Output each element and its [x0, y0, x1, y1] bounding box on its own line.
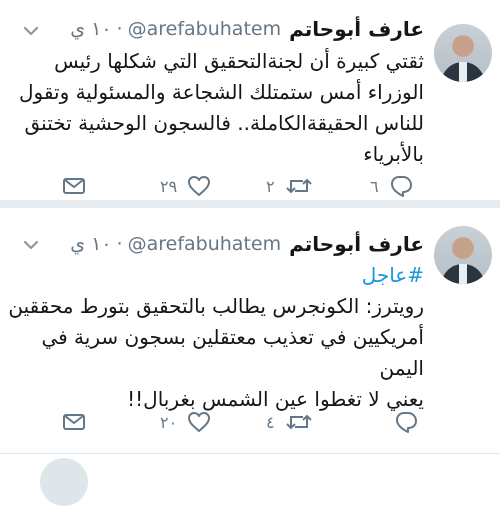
tweet-actions: ٢٩ ٢ ٦ [48, 172, 424, 200]
retweet-icon [285, 414, 312, 430]
reply-icon [390, 176, 412, 197]
mail-icon [63, 414, 85, 430]
separator-dot: · [116, 18, 123, 40]
chevron-down-icon[interactable] [22, 236, 40, 254]
heart-icon [188, 176, 211, 196]
hashtag-link[interactable]: #عاجل [8, 260, 424, 291]
tweet-actions: ٢٠ ٤ [48, 408, 424, 436]
like-button[interactable]: ٢٠ [160, 408, 211, 436]
tweet-1[interactable]: عارف أبوحاتم @arefabuhatem · ١٠ ي ثقتي ك… [0, 0, 500, 200]
reply-button[interactable] [384, 408, 418, 436]
reply-button[interactable]: ٦ [370, 172, 413, 200]
avatar[interactable] [434, 24, 492, 82]
retweet-button[interactable]: ٢ [266, 172, 313, 200]
tweet-line: بالأبرياء [363, 142, 424, 166]
tweet-separator [0, 200, 500, 208]
tweet-time[interactable]: ١٠ ي [70, 233, 111, 255]
tweet-2[interactable]: عارف أبوحاتم @arefabuhatem · ١٠ ي #عاجل … [0, 208, 500, 453]
tweet-header: عارف أبوحاتم @arefabuhatem · ١٠ ي [10, 14, 424, 44]
tweet-line: أمريكيين في تعذيب معتقلين بسجون سرية في [41, 325, 424, 349]
author-name[interactable]: عارف أبوحاتم [289, 232, 424, 256]
tweet-line: للناس الحقيقةالكاملة.. فالسجون الوحشية ت… [24, 111, 425, 135]
tweet-text: #عاجل رويترز: الكونجرس يطالب بالتحقيق بت… [8, 260, 424, 415]
avatar[interactable] [434, 226, 492, 284]
tweet-line: ثقتي كبيرة أن لجنةالتحقيق التي شكلها رئي… [54, 49, 424, 73]
retweet-button[interactable]: ٤ [266, 408, 313, 436]
dm-button[interactable] [62, 172, 86, 200]
reply-count: ٦ [370, 176, 379, 196]
tweet-line: رويترز: الكونجرس يطالب بالتحقيق بتورط مح… [8, 294, 424, 318]
like-button[interactable]: ٢٩ [160, 172, 211, 200]
like-count: ٢٩ [160, 176, 178, 196]
reply-icon [396, 412, 417, 433]
retweet-count: ٢ [266, 176, 275, 196]
author-name[interactable]: عارف أبوحاتم [289, 17, 424, 41]
like-count: ٢٠ [160, 412, 178, 432]
tweet-time[interactable]: ١٠ ي [70, 18, 111, 40]
retweet-count: ٤ [266, 412, 275, 432]
retweet-icon [285, 178, 312, 194]
author-handle[interactable]: @arefabuhatem [128, 18, 282, 40]
tweet-line: الوزراء أمس ستمتلك الشجاعة والمسئولية وت… [19, 80, 424, 104]
mail-icon [63, 178, 85, 194]
chevron-down-icon[interactable] [22, 22, 40, 40]
separator-dot: · [116, 233, 123, 255]
author-handle[interactable]: @arefabuhatem [128, 233, 282, 255]
tweet-line: اليمن [379, 356, 424, 380]
tweet-text: ثقتي كبيرة أن لجنةالتحقيق التي شكلها رئي… [8, 46, 424, 170]
heart-icon [188, 412, 211, 432]
tweet-header: عارف أبوحاتم @arefabuhatem · ١٠ ي [10, 229, 424, 259]
divider [0, 453, 500, 454]
dm-button[interactable] [62, 408, 86, 436]
compose-button[interactable] [40, 458, 88, 506]
